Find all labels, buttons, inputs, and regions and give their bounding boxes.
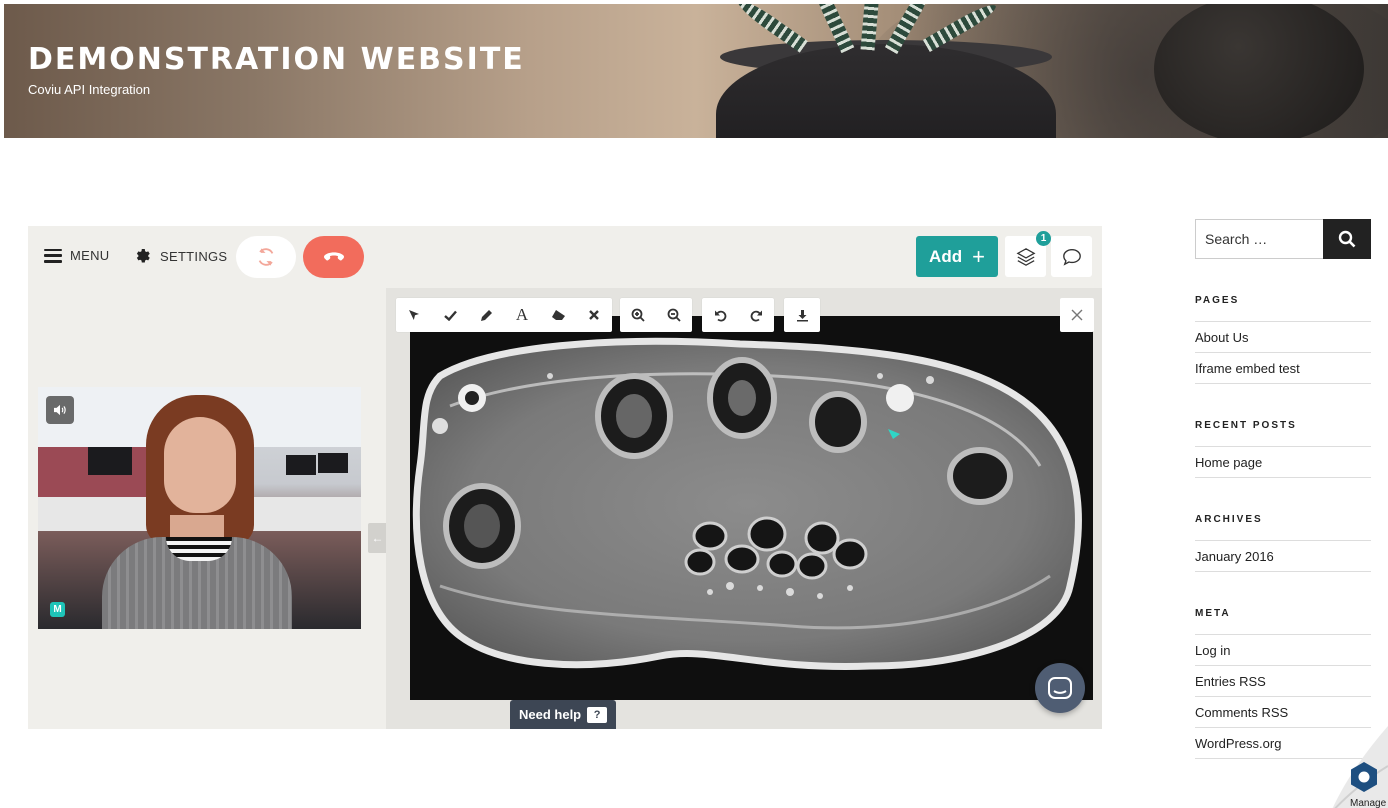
- site-tagline: Coviu API Integration: [28, 82, 151, 97]
- meta-entries-rss[interactable]: Entries RSS: [1195, 666, 1371, 697]
- layers-button[interactable]: 1: [1005, 231, 1051, 277]
- eraser-tool[interactable]: [540, 298, 576, 332]
- recent-posts-list: Home page: [1195, 446, 1371, 478]
- speech-bubble-icon: [1062, 248, 1081, 266]
- zoom-out-tool[interactable]: [656, 298, 692, 332]
- phone-hangup-icon: [323, 252, 344, 261]
- manage-corner-badge[interactable]: Manage: [1322, 726, 1388, 808]
- add-button[interactable]: Add +: [916, 236, 998, 277]
- download-tool[interactable]: [784, 298, 820, 332]
- zoom-in-tool[interactable]: [620, 298, 656, 332]
- site-title[interactable]: DEMONSTRATION WEBSITE: [28, 42, 525, 77]
- layers-count-badge: 1: [1036, 231, 1051, 246]
- background-monitor: [318, 453, 348, 473]
- pencil-icon: [480, 309, 492, 321]
- rotate-left-icon: [714, 310, 726, 322]
- chat-widget-button[interactable]: [1035, 663, 1085, 713]
- mri-scan-graphic: [412, 337, 1082, 670]
- pages-item-iframe-embed-test[interactable]: Iframe embed test: [1195, 353, 1371, 384]
- rotate-right-icon: [750, 310, 762, 322]
- archive-january-2016[interactable]: January 2016: [1195, 541, 1371, 572]
- hamburger-icon: [44, 248, 62, 263]
- speaker-icon: [54, 404, 66, 416]
- volume-button[interactable]: [46, 396, 74, 424]
- archives-title: ARCHIVES: [1195, 514, 1263, 525]
- search-button[interactable]: [1323, 219, 1371, 259]
- participant-video[interactable]: M: [38, 387, 361, 629]
- chat-button[interactable]: [1051, 236, 1092, 277]
- download-icon: [796, 309, 808, 321]
- recent-post-home-page[interactable]: Home page: [1195, 447, 1371, 478]
- meta-title: META: [1195, 608, 1231, 619]
- rotate-right-tool[interactable]: [738, 298, 774, 332]
- page: DEMONSTRATION WEBSITE Coviu API Integrat…: [0, 0, 1388, 808]
- close-viewer-button[interactable]: [1060, 298, 1094, 332]
- layers-icon: [1016, 247, 1035, 266]
- check-icon: [443, 310, 457, 321]
- text-tool[interactable]: A: [504, 298, 540, 332]
- pages-list: About Us Iframe embed test: [1195, 321, 1371, 384]
- annotation-toolbar: A: [396, 298, 612, 332]
- clear-icon: [589, 310, 599, 320]
- video-call-app: MENU SETTINGS Add + 1 M ← A Need help ?: [28, 226, 1102, 729]
- pages-title: PAGES: [1195, 295, 1240, 306]
- clear-tool[interactable]: [576, 298, 612, 332]
- need-help-button[interactable]: Need help ?: [510, 700, 617, 729]
- arrow-left-icon: ←: [371, 531, 384, 545]
- pointer-icon: [409, 310, 419, 320]
- text-icon: A: [515, 305, 529, 324]
- check-tool[interactable]: [432, 298, 468, 332]
- rotate-toolbar: [702, 298, 774, 332]
- pointer-tool[interactable]: [396, 298, 432, 332]
- mri-scan-image[interactable]: [410, 316, 1093, 700]
- recent-posts-title: RECENT POSTS: [1195, 420, 1297, 431]
- rotate-left-tool[interactable]: [702, 298, 738, 332]
- pencil-tool[interactable]: [468, 298, 504, 332]
- hang-up-button[interactable]: [303, 236, 364, 278]
- menu-label: MENU: [70, 248, 110, 263]
- meta-log-in[interactable]: Log in: [1195, 635, 1371, 666]
- settings-label: SETTINGS: [160, 248, 228, 264]
- header-background-object: [1154, 4, 1364, 138]
- chat-widget-icon: [1048, 677, 1072, 699]
- image-viewer: A Need help ?: [386, 288, 1102, 729]
- search-form: [1195, 219, 1371, 259]
- manage-label: Manage: [1350, 798, 1387, 808]
- sidebar: PAGES About Us Iframe embed test RECENT …: [1195, 219, 1371, 759]
- zoom-in-icon: [631, 308, 645, 322]
- need-help-label: Need help: [519, 707, 582, 722]
- recent-posts-widget: RECENT POSTS Home page: [1195, 420, 1371, 478]
- archives-list: January 2016: [1195, 540, 1371, 572]
- gear-icon: [136, 249, 150, 263]
- refresh-icon: [258, 248, 274, 266]
- switch-camera-button[interactable]: [236, 236, 296, 278]
- background-monitor: [88, 447, 132, 475]
- search-input[interactable]: [1196, 220, 1320, 258]
- participant-initial-badge: M: [50, 602, 65, 617]
- help-question-icon: ?: [587, 706, 608, 723]
- eraser-icon: [551, 310, 565, 320]
- plus-icon: +: [972, 243, 985, 269]
- background-monitor: [286, 455, 316, 475]
- settings-button[interactable]: SETTINGS: [134, 247, 227, 265]
- pages-widget: PAGES About Us Iframe embed test: [1195, 295, 1371, 384]
- person-face: [164, 417, 236, 513]
- add-label: Add: [929, 246, 963, 266]
- zoom-out-icon: [667, 308, 681, 322]
- page-curl-graphic: Manage: [1332, 726, 1388, 808]
- download-toolbar: [784, 298, 820, 332]
- archives-widget: ARCHIVES January 2016: [1195, 514, 1371, 572]
- zoom-toolbar: [620, 298, 692, 332]
- menu-button[interactable]: MENU: [44, 248, 109, 263]
- site-header: DEMONSTRATION WEBSITE Coviu API Integrat…: [4, 4, 1388, 138]
- search-icon: [1338, 230, 1356, 248]
- pages-item-about-us[interactable]: About Us: [1195, 322, 1371, 353]
- meta-comments-rss[interactable]: Comments RSS: [1195, 697, 1371, 728]
- close-icon: [1071, 309, 1083, 321]
